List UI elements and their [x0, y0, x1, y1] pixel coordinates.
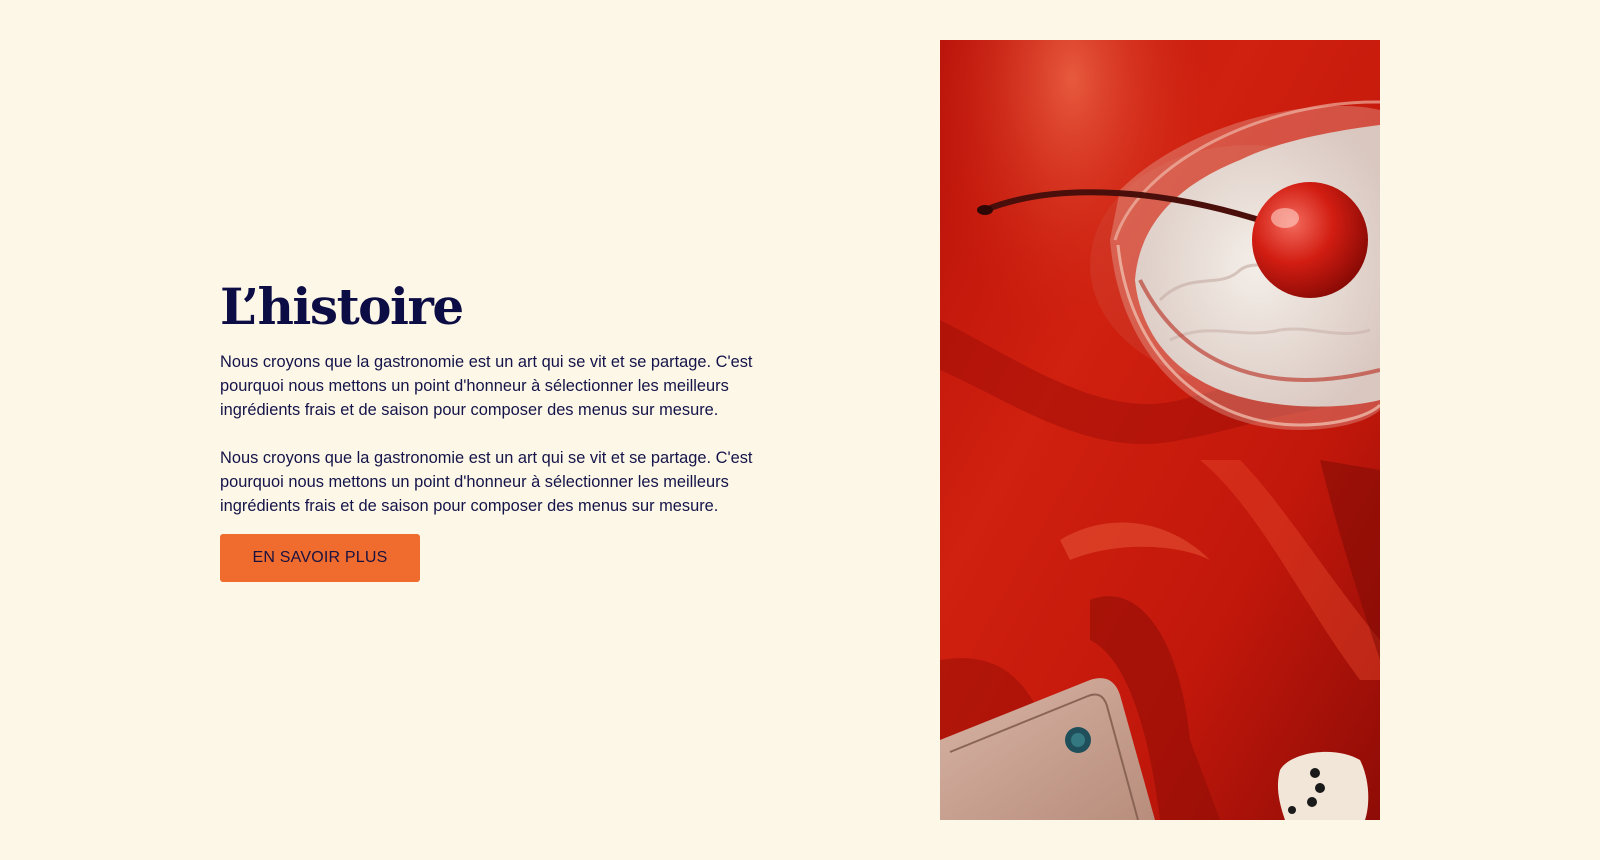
learn-more-button[interactable]: EN SAVOIR PLUS — [220, 534, 420, 582]
dessert-photo-illustration — [940, 40, 1380, 820]
dessert-photo — [940, 40, 1380, 820]
section-title: L’histoire — [220, 277, 464, 336]
story-section: L’histoire Nous croyons que la gastronom… — [0, 0, 1600, 860]
story-paragraph-2: Nous croyons que la gastronomie est un a… — [220, 449, 753, 515]
story-paragraph-1: Nous croyons que la gastronomie est un a… — [220, 353, 753, 419]
story-text-column: L’histoire Nous croyons que la gastronom… — [220, 278, 790, 582]
